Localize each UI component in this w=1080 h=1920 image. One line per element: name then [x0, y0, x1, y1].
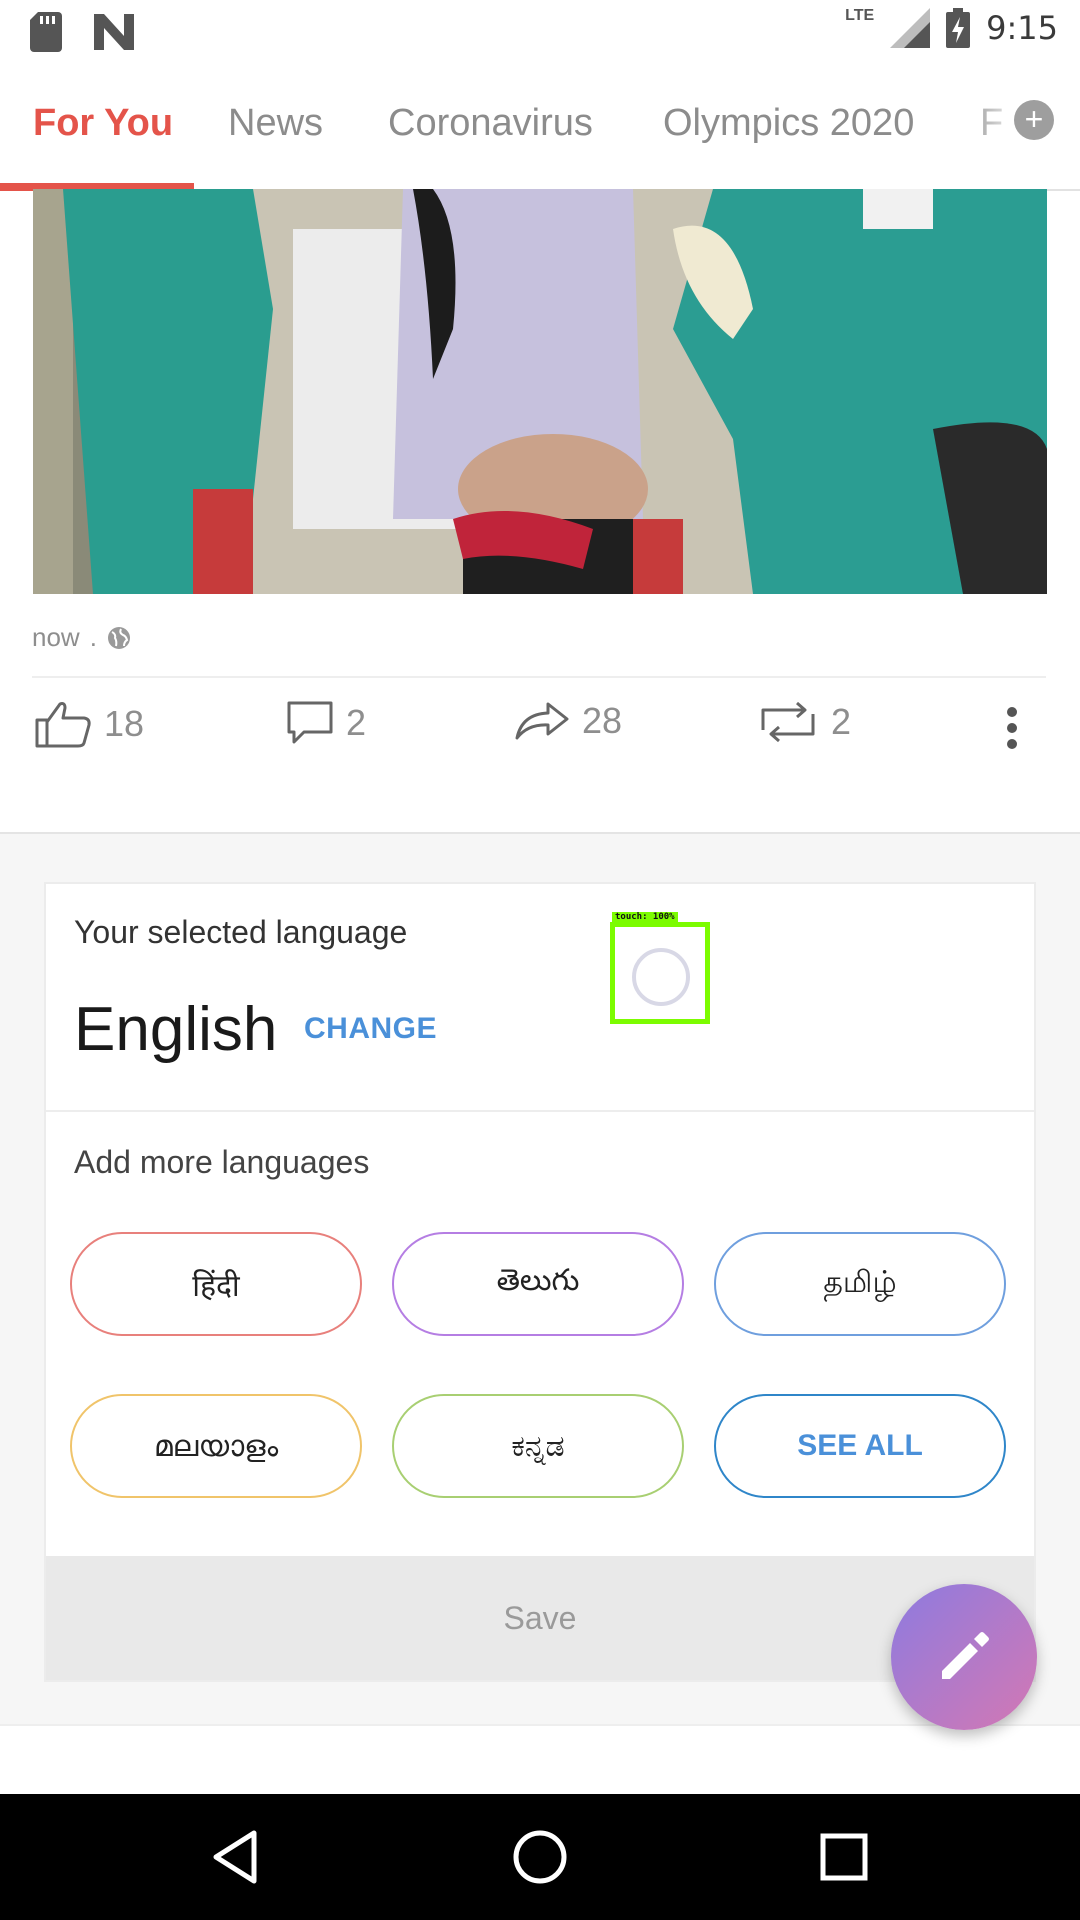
- status-bar: LTE 9:15: [0, 0, 1080, 64]
- n-app-icon: [94, 14, 134, 50]
- back-triangle-icon: [213, 1830, 257, 1884]
- tab-for-you[interactable]: For You: [33, 102, 173, 145]
- status-right-icons: LTE 9:15: [845, 7, 1058, 48]
- add-more-languages-label: Add more languages: [74, 1144, 370, 1180]
- repost-count: 2: [831, 701, 852, 742]
- next-post-strip: [0, 1724, 1080, 1796]
- touch-indicator-label: touch: 100%: [612, 912, 678, 922]
- selected-language-label: Your selected language: [74, 914, 408, 950]
- battery-charging-icon: [946, 8, 971, 48]
- post-timestamp: now: [32, 622, 80, 652]
- clock: 9:15: [986, 9, 1058, 47]
- signal-icon: [890, 8, 931, 48]
- selected-language-value: English: [74, 995, 278, 1064]
- language-option-tamil[interactable]: தமிழ்: [714, 1232, 1006, 1336]
- share-icon: [515, 702, 569, 740]
- nav-recents-button[interactable]: [809, 1822, 879, 1892]
- tab-coronavirus[interactable]: Coronavirus: [388, 102, 593, 145]
- comment-button[interactable]: 2: [286, 700, 366, 746]
- system-nav-bar: [0, 1794, 1080, 1920]
- card-divider: [46, 1110, 1034, 1112]
- tab-olympics-2020[interactable]: Olympics 2020: [663, 102, 914, 145]
- topic-tab-bar: For You News Coronavirus Olympics 2020 F…: [0, 64, 1080, 191]
- like-button[interactable]: 18: [34, 700, 144, 748]
- pencil-icon: [942, 1632, 989, 1679]
- add-tab-button[interactable]: +: [1014, 100, 1054, 140]
- nav-back-button[interactable]: [200, 1822, 270, 1892]
- post-actions: 18 2 28 2: [0, 700, 1080, 760]
- more-options-button[interactable]: [1006, 706, 1018, 750]
- language-option-telugu[interactable]: తెలుగు: [392, 1232, 684, 1336]
- network-type: LTE: [845, 7, 875, 24]
- tab-news[interactable]: News: [228, 102, 323, 145]
- status-left-icons: [30, 12, 134, 52]
- home-circle-icon: [513, 1830, 567, 1884]
- comment-icon: [287, 701, 333, 744]
- comment-count: 2: [346, 702, 367, 743]
- touch-indicator-circle: [632, 948, 690, 1006]
- screen: LTE 9:15 For You News Coronavirus Olympi…: [0, 0, 1080, 1920]
- nav-home-button[interactable]: [505, 1822, 575, 1892]
- repost-button[interactable]: 2: [757, 700, 851, 744]
- meta-divider: [32, 676, 1046, 678]
- change-language-button[interactable]: CHANGE: [304, 1012, 437, 1046]
- recents-square-icon: [820, 1833, 868, 1881]
- post-image[interactable]: [33, 189, 1047, 594]
- meta-separator: .: [89, 622, 97, 652]
- language-option-kannada[interactable]: ಕನ್ನಡ: [392, 1394, 684, 1498]
- sd-card-icon: [30, 12, 62, 52]
- share-count: 28: [582, 700, 623, 741]
- globe-icon: [107, 626, 130, 649]
- repost-icon: [761, 701, 815, 743]
- share-button[interactable]: 28: [514, 700, 622, 742]
- language-card: Your selected language English CHANGE Ad…: [44, 882, 1036, 1682]
- language-option-malayalam[interactable]: മലയാളം: [70, 1394, 362, 1498]
- more-vert-icon: [1007, 707, 1017, 749]
- like-count: 18: [104, 703, 145, 744]
- thumbs-up-icon: [35, 702, 91, 748]
- post-meta: now .: [32, 622, 131, 653]
- compose-button[interactable]: [891, 1584, 1037, 1730]
- language-option-hindi[interactable]: हिंदी: [70, 1232, 362, 1336]
- section-divider: [0, 832, 1080, 834]
- save-button[interactable]: Save: [46, 1556, 1034, 1680]
- see-all-languages-button[interactable]: SEE ALL: [714, 1394, 1006, 1498]
